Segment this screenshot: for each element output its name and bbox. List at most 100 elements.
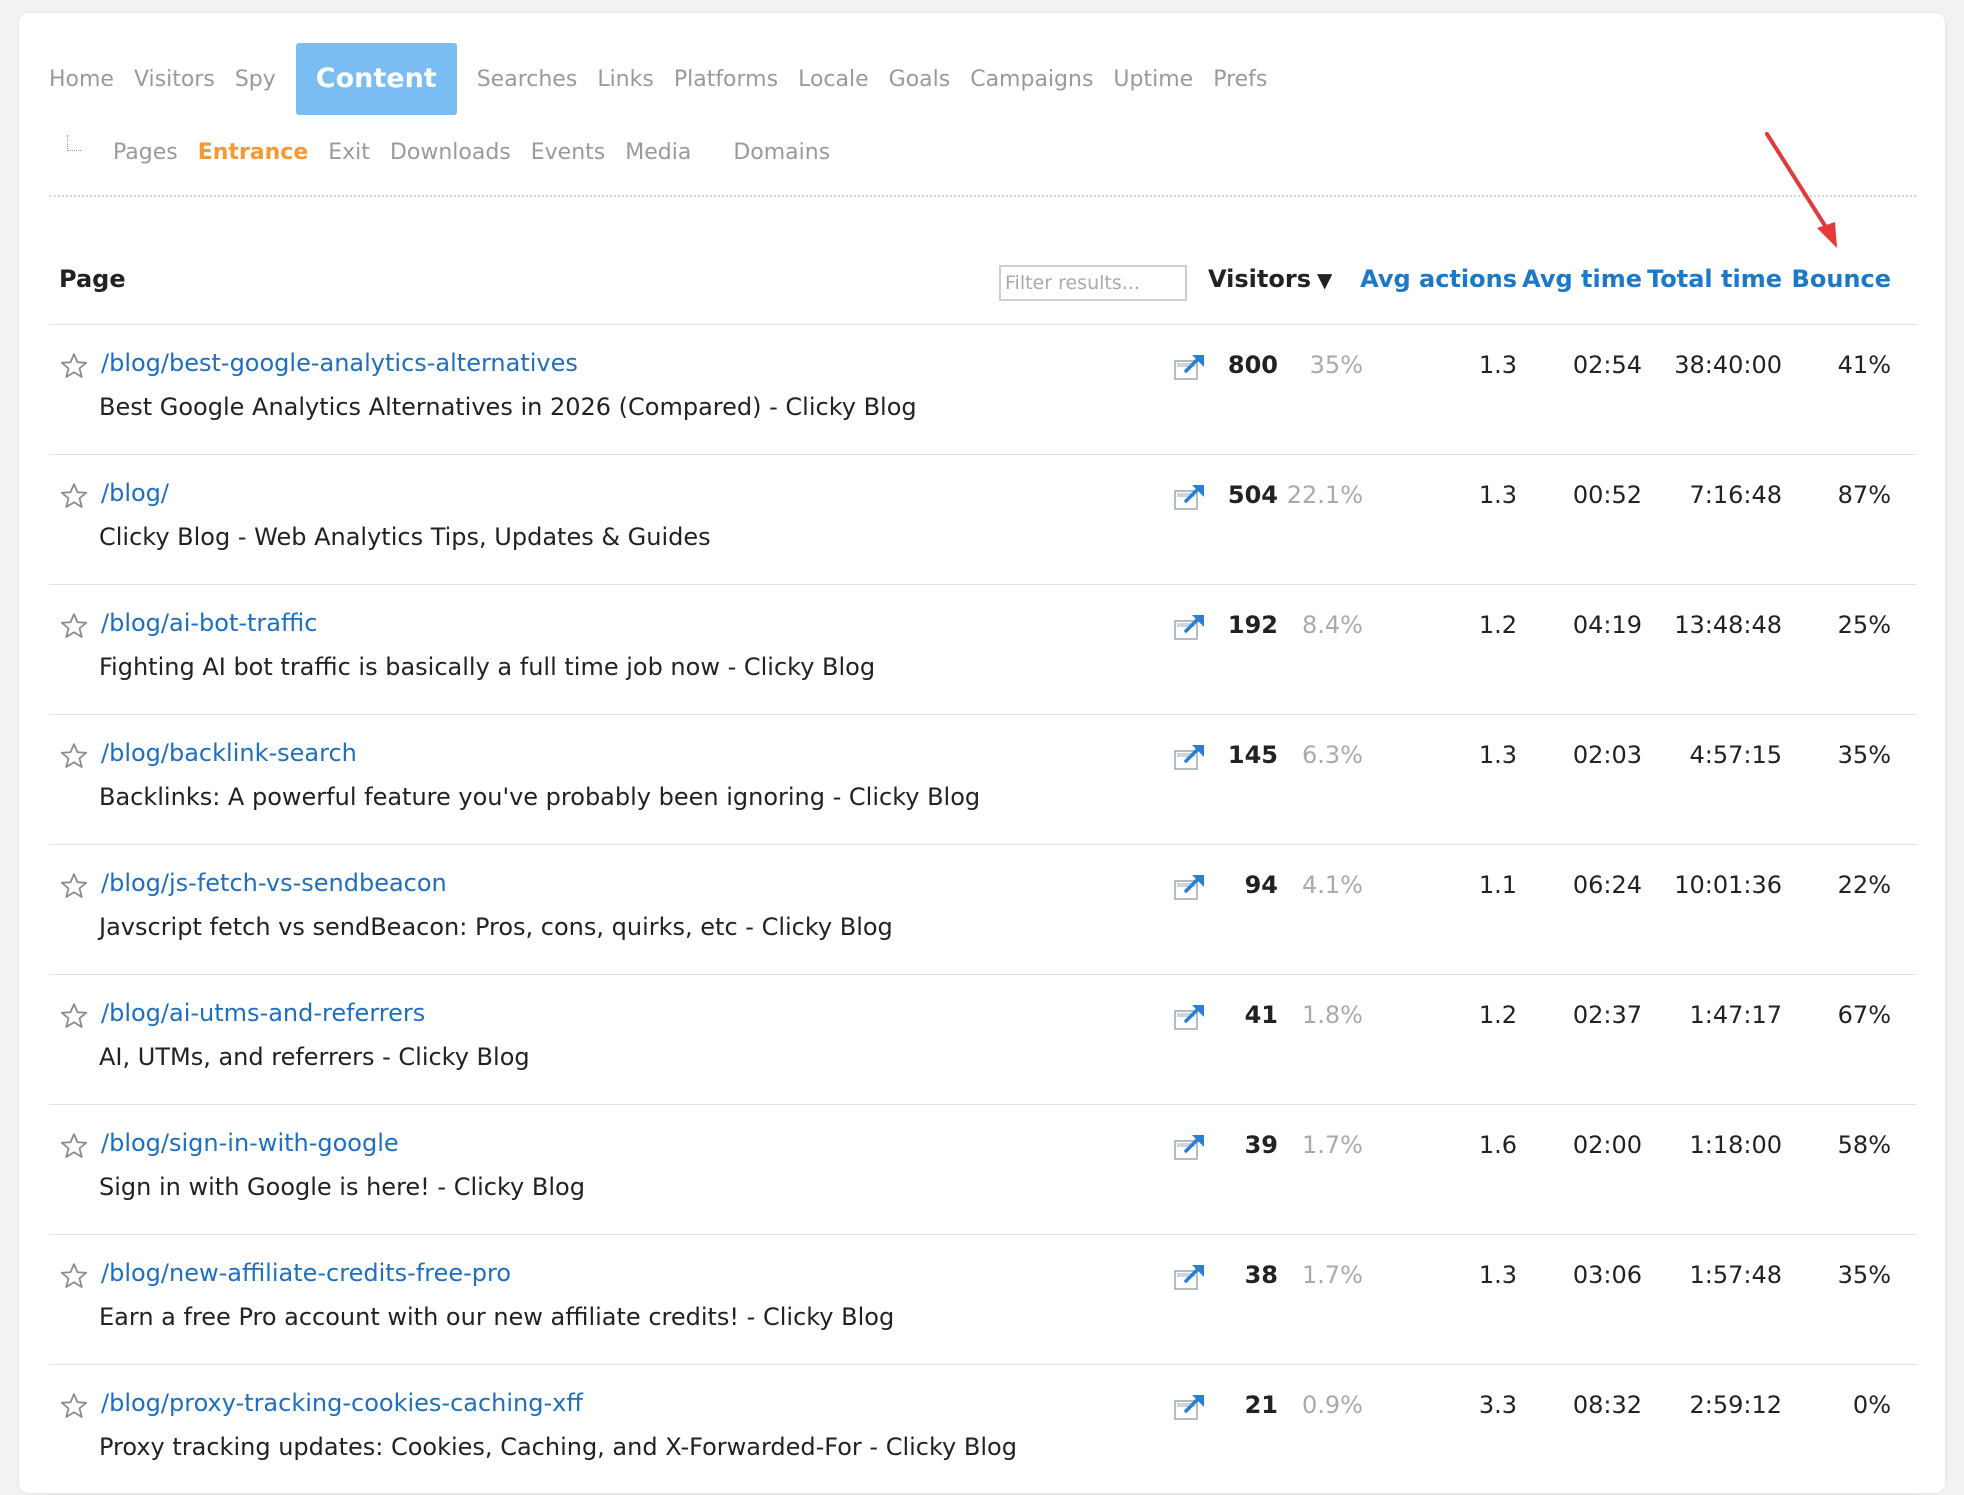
nav-tab-links[interactable]: Links bbox=[597, 67, 654, 92]
column-header-page: Page bbox=[59, 265, 126, 293]
sort-desc-icon: ▼ bbox=[1316, 268, 1333, 292]
filter-results-input[interactable] bbox=[999, 265, 1187, 301]
visitors-percent: 1.7% bbox=[1302, 1261, 1363, 1289]
nav-tab-campaigns[interactable]: Campaigns bbox=[970, 67, 1093, 92]
avg-actions-value: 1.3 bbox=[1478, 741, 1517, 769]
avg-time-value: 02:54 bbox=[1572, 351, 1642, 379]
star-outline-icon[interactable] bbox=[59, 1001, 89, 1031]
page-path-link[interactable]: /blog/new-affiliate-credits-free-pro bbox=[101, 1259, 511, 1287]
subnav-tab-events[interactable]: Events bbox=[531, 140, 606, 165]
avg-time-value: 00:52 bbox=[1572, 481, 1642, 509]
star-outline-icon[interactable] bbox=[59, 611, 89, 641]
external-link-icon[interactable] bbox=[1174, 1003, 1206, 1031]
star-outline-icon[interactable] bbox=[59, 1261, 89, 1291]
page-path-link[interactable]: /blog/ai-utms-and-referrers bbox=[101, 999, 425, 1027]
star-outline-icon[interactable] bbox=[59, 351, 89, 381]
visitors-percent: 0.9% bbox=[1302, 1391, 1363, 1419]
red-arrow-annotation bbox=[1765, 132, 1837, 248]
column-header-avg-actions[interactable]: Avg actions bbox=[1360, 265, 1517, 293]
avg-time-value: 06:24 bbox=[1572, 871, 1642, 899]
page-path-link[interactable]: /blog/sign-in-with-google bbox=[101, 1129, 399, 1157]
total-time-value: 13:48:48 bbox=[1674, 611, 1782, 639]
nav-tab-locale[interactable]: Locale bbox=[798, 67, 869, 92]
external-link-icon[interactable] bbox=[1174, 743, 1206, 771]
external-link-icon[interactable] bbox=[1174, 1133, 1206, 1161]
bounce-value: 0% bbox=[1852, 1391, 1891, 1419]
entrance-pages-table: Page Visitors▼ Avg actions Avg time Tota… bbox=[49, 243, 1916, 1495]
content-panel: Home Visitors Spy Content Searches Links Platf… bbox=[19, 13, 1945, 1495]
avg-actions-value: 1.3 bbox=[1478, 1261, 1517, 1289]
table-row: /blog/proxy-tracking-cookies-caching-xff… bbox=[49, 1365, 1916, 1495]
nav-tab-goals[interactable]: Goals bbox=[889, 67, 951, 92]
bounce-value: 22% bbox=[1837, 871, 1891, 899]
table-header: Page Visitors▼ Avg actions Avg time Tota… bbox=[49, 243, 1916, 325]
subnav-tab-exit[interactable]: Exit bbox=[328, 140, 370, 165]
subnav-tab-entrance[interactable]: Entrance bbox=[198, 140, 309, 165]
column-header-total-time[interactable]: Total time bbox=[1647, 265, 1782, 293]
avg-actions-value: 1.2 bbox=[1478, 611, 1517, 639]
avg-time-value: 02:37 bbox=[1572, 1001, 1642, 1029]
page-path-link[interactable]: /blog/ai-bot-traffic bbox=[101, 609, 317, 637]
nav-tab-uptime[interactable]: Uptime bbox=[1113, 67, 1193, 92]
table-row: /blog/sign-in-with-google Sign in with Go… bbox=[49, 1105, 1916, 1235]
table-row: /blog/backlink-search Backlinks: A powerf… bbox=[49, 715, 1916, 845]
nav-tab-spy[interactable]: Spy bbox=[235, 67, 276, 92]
nav-tab-prefs[interactable]: Prefs bbox=[1213, 67, 1267, 92]
avg-actions-value: 1.3 bbox=[1478, 351, 1517, 379]
avg-time-value: 04:19 bbox=[1572, 611, 1642, 639]
star-outline-icon[interactable] bbox=[59, 871, 89, 901]
page-path-link[interactable]: /blog/js-fetch-vs-sendbeacon bbox=[101, 869, 447, 897]
nav-tab-visitors[interactable]: Visitors bbox=[134, 67, 215, 92]
table-body: /blog/best-google-analytics-alternatives… bbox=[49, 325, 1916, 1495]
column-header-avg-time[interactable]: Avg time bbox=[1522, 265, 1642, 293]
page-title: Javscript fetch vs sendBeacon: Pros, con… bbox=[99, 913, 893, 941]
nav-tab-platforms[interactable]: Platforms bbox=[674, 67, 778, 92]
table-row: /blog/js-fetch-vs-sendbeacon Javscript fe… bbox=[49, 845, 1916, 975]
star-outline-icon[interactable] bbox=[59, 741, 89, 771]
nav-tab-content[interactable]: Content bbox=[295, 43, 457, 115]
page-path-link[interactable]: /blog/proxy-tracking-cookies-caching-xff bbox=[101, 1389, 583, 1417]
page-path-link[interactable]: /blog/ bbox=[101, 479, 169, 507]
visitors-header-label: Visitors bbox=[1208, 265, 1311, 293]
star-outline-icon[interactable] bbox=[59, 1391, 89, 1421]
bounce-value: 25% bbox=[1837, 611, 1891, 639]
external-link-icon[interactable] bbox=[1174, 873, 1206, 901]
visitors-count: 38 bbox=[1244, 1261, 1278, 1289]
visitors-count: 504 bbox=[1227, 481, 1278, 509]
external-link-icon[interactable] bbox=[1174, 613, 1206, 641]
nav-tab-home[interactable]: Home bbox=[49, 67, 114, 92]
bounce-value: 67% bbox=[1837, 1001, 1891, 1029]
external-link-icon[interactable] bbox=[1174, 1263, 1206, 1291]
visitors-count: 41 bbox=[1244, 1001, 1278, 1029]
secondary-nav: Pages Entrance Exit Downloads Events Media Dom… bbox=[67, 131, 850, 173]
bounce-value: 87% bbox=[1837, 481, 1891, 509]
external-link-icon[interactable] bbox=[1174, 353, 1206, 381]
avg-time-value: 03:06 bbox=[1572, 1261, 1642, 1289]
external-link-icon[interactable] bbox=[1174, 1393, 1206, 1421]
page-path-link[interactable]: /blog/backlink-search bbox=[101, 739, 357, 767]
visitors-percent: 6.3% bbox=[1302, 741, 1363, 769]
visitors-percent: 22.1% bbox=[1286, 481, 1363, 509]
subnav-tab-downloads[interactable]: Downloads bbox=[390, 140, 511, 165]
page-title: Fighting AI bot traffic is basically a f… bbox=[99, 653, 876, 681]
column-header-bounce[interactable]: Bounce bbox=[1792, 265, 1891, 293]
avg-actions-value: 1.6 bbox=[1478, 1131, 1517, 1159]
star-outline-icon[interactable] bbox=[59, 1131, 89, 1161]
total-time-value: 1:47:17 bbox=[1689, 1001, 1782, 1029]
external-link-icon[interactable] bbox=[1174, 483, 1206, 511]
visitors-percent: 8.4% bbox=[1302, 611, 1363, 639]
avg-actions-value: 3.3 bbox=[1478, 1391, 1517, 1419]
bounce-value: 41% bbox=[1837, 351, 1891, 379]
subnav-tab-pages[interactable]: Pages bbox=[113, 140, 178, 165]
table-row: /blog/ai-bot-traffic Fighting AI bot traf… bbox=[49, 585, 1916, 715]
subnav-tab-media[interactable]: Media bbox=[625, 140, 691, 165]
visitors-percent: 35% bbox=[1309, 351, 1363, 379]
page-path-link[interactable]: /blog/best-google-analytics-alternatives bbox=[101, 349, 578, 377]
subnav-connector bbox=[67, 135, 81, 151]
nav-tab-searches[interactable]: Searches bbox=[477, 67, 578, 92]
total-time-value: 1:18:00 bbox=[1689, 1131, 1782, 1159]
column-header-visitors[interactable]: Visitors ▼ bbox=[1208, 265, 1332, 293]
subnav-tab-domains[interactable]: Domains bbox=[733, 140, 830, 165]
star-outline-icon[interactable] bbox=[59, 481, 89, 511]
visitors-percent: 1.7% bbox=[1302, 1131, 1363, 1159]
